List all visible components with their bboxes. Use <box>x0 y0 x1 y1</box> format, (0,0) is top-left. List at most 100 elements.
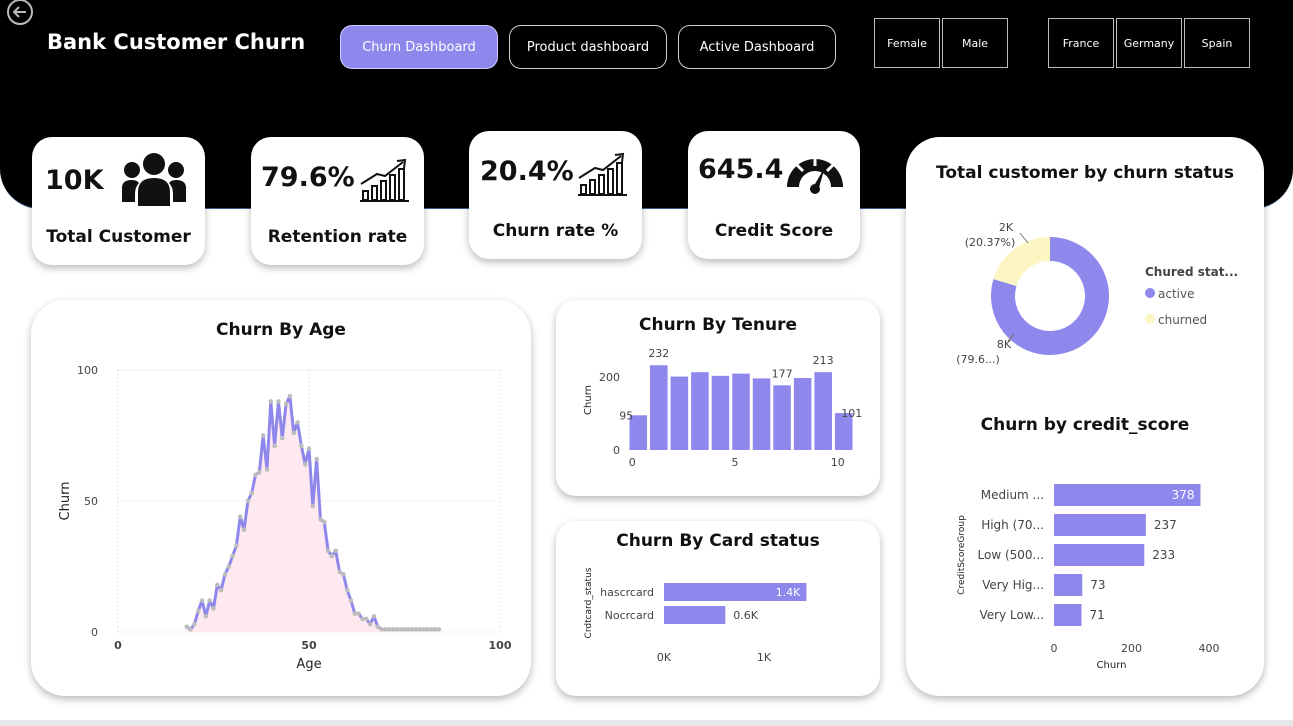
data-point <box>291 430 297 436</box>
data-label: 232 <box>648 347 669 360</box>
data-point <box>264 467 270 472</box>
chart-title: Churn by credit_score <box>980 415 1190 435</box>
kpi-total-customer-card: 10K Total Customer <box>32 137 205 265</box>
app-title: Bank Customer Churn <box>47 30 306 54</box>
legend-marker <box>1145 314 1155 324</box>
age-area <box>186 396 439 632</box>
nav-churn-dashboard-button[interactable]: Churn Dashboard <box>340 25 498 69</box>
people-icon <box>122 153 186 206</box>
churn-by-age-chart[interactable]: 0 50 100 0 50 100 Age Churn <box>31 300 531 696</box>
churn-by-tenure-card: Churn By Tenure 0 200 Churn 95 232 177 213 101 0… <box>556 300 880 496</box>
data-point <box>272 443 277 449</box>
churn-by-age-card: Churn By Age 0 50 100 0 50 100 Age Churn <box>31 300 531 696</box>
churn-by-card-status-chart[interactable]: hascrcard 1.4K Nocrcard 0.6K 0K 1K Crdtcard_st… <box>556 521 880 696</box>
x-axis-label: Age <box>296 657 321 672</box>
legend-title: Chured stat... <box>1145 265 1238 279</box>
tenure-bar <box>814 372 832 450</box>
data-point <box>337 569 342 575</box>
churn-by-tenure-chart[interactable]: 0 200 Churn 95 232 177 213 101 0 5 10 <box>556 300 880 496</box>
legend-marker <box>1145 288 1155 298</box>
x-tick-label: 0 <box>114 639 122 652</box>
legend-item: active <box>1158 287 1194 301</box>
growth-chart-icon <box>360 158 409 202</box>
churn-status-donut-chart[interactable]: 8K (79.6...) 2K (20.37%) Chured stat... activ… <box>906 137 1264 387</box>
data-point <box>318 517 323 522</box>
category-label: High (70... <box>981 518 1044 532</box>
category-label: Nocrcard <box>605 609 654 622</box>
data-label: 237 <box>1154 518 1177 532</box>
slicer-female-button[interactable]: Female <box>874 18 940 68</box>
data-point <box>249 490 254 496</box>
data-point <box>195 608 201 614</box>
data-point <box>184 624 190 630</box>
credit-score-bar <box>1054 544 1145 566</box>
credit-score-bar <box>1054 574 1083 596</box>
kpi-value: 20.4% <box>480 156 574 187</box>
data-point <box>268 399 274 404</box>
data-point <box>279 435 285 441</box>
data-label: (20.37%) <box>965 236 1016 249</box>
data-point <box>302 462 308 467</box>
churn-status-panel: Total customer by churn status 8K (79.6..… <box>906 137 1264 696</box>
data-point <box>237 514 243 520</box>
nav-product-dashboard-button[interactable]: Product dashboard <box>509 25 667 69</box>
y-axis-label: Crdtcard_status <box>584 567 594 638</box>
tenure-bar <box>732 373 750 450</box>
slicer-france-button[interactable]: France <box>1048 18 1114 68</box>
data-point <box>333 548 339 554</box>
data-point <box>364 616 369 622</box>
data-point <box>230 553 235 559</box>
data-point <box>299 443 304 449</box>
back-arrow-icon[interactable] <box>4 0 36 30</box>
data-point <box>215 582 220 588</box>
data-point <box>348 598 354 603</box>
x-tick-label: 0 <box>629 456 636 469</box>
data-point <box>310 503 316 509</box>
kpi-churn-rate-card: 20.4% Churn rate % <box>469 131 642 259</box>
kpi-label: Churn rate % <box>492 221 619 241</box>
y-tick-label: 200 <box>599 371 620 384</box>
data-label: 213 <box>813 354 834 367</box>
x-tick-label: 1K <box>757 651 772 664</box>
data-point <box>241 527 247 533</box>
tenure-bar <box>650 365 668 450</box>
kpi-label: Total Customer <box>46 227 191 247</box>
data-point <box>192 621 197 627</box>
data-label: 101 <box>841 407 862 420</box>
nav-active-dashboard-button[interactable]: Active Dashboard <box>678 25 836 69</box>
gauge-icon <box>787 157 843 194</box>
x-tick-label: 100 <box>489 639 512 652</box>
category-label: hascrcard <box>600 586 654 599</box>
tenure-bar <box>773 385 791 450</box>
data-point <box>325 548 331 554</box>
data-point <box>356 611 361 616</box>
card-status-bar <box>664 606 726 624</box>
data-label: 177 <box>772 367 793 380</box>
slicer-male-button[interactable]: Male <box>942 18 1008 68</box>
data-point <box>218 587 224 593</box>
y-tick-label: 100 <box>77 364 98 377</box>
kpi-retention-rate-card: 79.6% Retention rate <box>251 137 424 265</box>
slicer-spain-button[interactable]: Spain <box>1184 18 1250 68</box>
data-point <box>276 399 281 404</box>
slicer-germany-button[interactable]: Germany <box>1116 18 1182 68</box>
data-point <box>344 587 350 593</box>
data-point <box>371 613 377 619</box>
kpi-label: Credit Score <box>714 221 834 241</box>
y-axis-label: Churn <box>58 482 73 521</box>
data-point <box>211 606 216 611</box>
data-point <box>436 627 442 632</box>
data-point <box>375 624 381 630</box>
churn-by-credit-score-chart[interactable]: Medium ... 378 High (70... 237 Low (500... 23… <box>906 457 1264 696</box>
y-tick-label: 0 <box>613 444 620 457</box>
x-axis-label: Churn <box>1097 660 1127 671</box>
data-point <box>260 433 266 438</box>
data-point <box>253 472 258 478</box>
data-label: 73 <box>1090 578 1105 592</box>
category-label: Very Low... <box>980 608 1044 622</box>
x-tick-label: 5 <box>732 456 739 469</box>
data-point <box>226 564 232 569</box>
data-point <box>207 598 212 603</box>
data-point <box>367 621 373 627</box>
kpi-value: 645.4 <box>698 154 784 185</box>
